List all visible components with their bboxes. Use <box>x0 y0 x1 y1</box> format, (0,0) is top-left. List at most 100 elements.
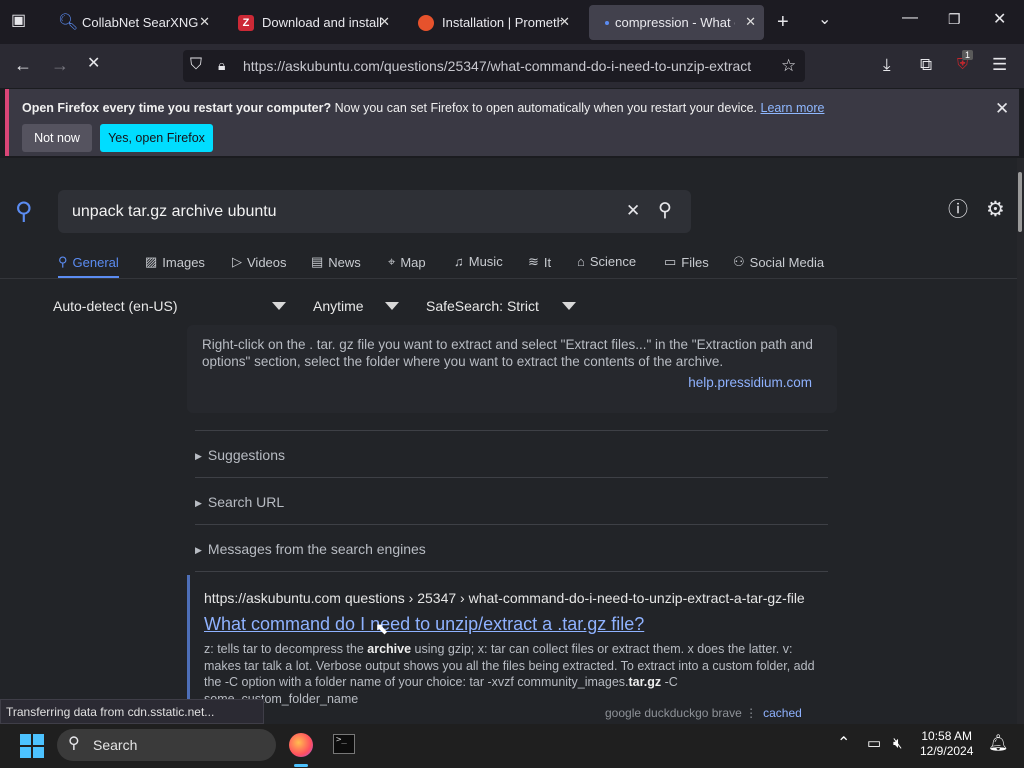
stop-loading-icon[interactable]: ✕ <box>87 56 100 72</box>
answer-box: Right-click on the . tar. gz file you wa… <box>187 325 837 413</box>
scrollbar-thumb[interactable] <box>1018 172 1022 232</box>
music-note-icon: ♫ <box>454 254 464 269</box>
network-icon[interactable]: ▭ <box>867 736 881 751</box>
searxng-logo-icon[interactable]: ⚲ <box>15 200 33 224</box>
chevron-down-icon[interactable] <box>562 302 576 310</box>
chevron-up-icon[interactable]: ⌃ <box>837 736 850 752</box>
play-icon: ▷ <box>232 254 242 269</box>
language-select[interactable]: Auto-detect (en-US) <box>53 298 178 314</box>
tab-searxng[interactable]: 🔍︎ CollabNet SearXNG ✕ <box>48 5 218 40</box>
search-icon[interactable]: ⚲ <box>658 201 672 220</box>
notification-message: Open Firefox every time you restart your… <box>22 101 824 115</box>
tab-askubuntu[interactable]: compression - What cc ✕ <box>589 5 764 40</box>
bookmark-star-icon[interactable]: ☆ <box>781 57 796 74</box>
menu-icon[interactable]: ☰ <box>992 56 1007 73</box>
tab-zotero[interactable]: Z Download and install Z ✕ <box>228 5 398 40</box>
lock-icon[interactable]: 🔒︎ <box>218 58 225 72</box>
category-music[interactable]: ♫ Music <box>454 254 503 269</box>
close-tab-icon[interactable]: ✕ <box>745 14 756 30</box>
result-title-link[interactable]: What command do I need to unzip/extract … <box>204 614 644 635</box>
notification-text: Now you can set Firefox to open automati… <box>331 101 761 115</box>
new-tab-icon[interactable]: + <box>777 12 789 32</box>
cached-link[interactable]: cached <box>763 706 802 720</box>
category-social-media[interactable]: ⚇ Social Media <box>733 254 824 270</box>
category-label: Social Media <box>749 254 825 270</box>
open-firefox-button[interactable]: Yes, open Firefox <box>100 124 213 152</box>
system-clock[interactable]: 10:58 AM 12/9/2024 <box>920 729 973 759</box>
chevron-down-icon[interactable] <box>272 302 286 310</box>
category-label: It <box>543 254 552 270</box>
chevron-down-icon[interactable] <box>385 302 399 310</box>
navigation-toolbar: ← → ✕ ⛉ 🔒︎ https://askubuntu.com/questio… <box>0 44 1024 88</box>
mouse-cursor-icon: ⬉ <box>375 621 389 638</box>
close-tab-icon[interactable]: ✕ <box>199 14 210 30</box>
searxng-favicon: 🔍︎ <box>58 13 79 31</box>
category-files[interactable]: ▭ Files <box>664 254 709 270</box>
zotero-favicon: Z <box>238 14 254 31</box>
not-now-button[interactable]: Not now <box>22 124 92 152</box>
settings-gear-icon[interactable]: ⚙ <box>986 199 1005 220</box>
category-images[interactable]: ▨ Images <box>145 254 205 270</box>
search-input[interactable]: unpack tar.gz archive ubuntu <box>72 203 277 221</box>
status-bar: Transferring data from cdn.sstatic.net..… <box>0 699 264 724</box>
url-text[interactable]: https://askubuntu.com/questions/25347/wh… <box>243 58 768 74</box>
search-box[interactable]: unpack tar.gz archive ubuntu ✕ ⚲ <box>58 190 691 233</box>
clear-search-icon[interactable]: ✕ <box>626 202 640 219</box>
tab-title: CollabNet SearXNG <box>82 15 199 30</box>
volume-muted-icon[interactable]: 🔇︎ <box>893 736 902 751</box>
result-url[interactable]: https://askubuntu.com questions › 25347 … <box>204 590 805 606</box>
search-url-toggle[interactable]: ▶ Search URL <box>195 494 284 510</box>
downloads-icon[interactable]: ⤓ <box>883 56 891 73</box>
terminal-taskbar-icon[interactable]: >_ <box>333 734 355 754</box>
divider <box>195 571 828 572</box>
category-label: Science <box>589 254 637 269</box>
engine-messages-toggle[interactable]: ▶ Messages from the search engines <box>195 541 426 557</box>
back-icon[interactable]: ← <box>14 56 32 74</box>
answer-source-link[interactable]: help.pressidium.com <box>688 375 812 390</box>
notification-bell-icon[interactable]: 🔔︎ <box>988 736 1008 752</box>
extension-badge: 1 <box>962 50 974 60</box>
category-map[interactable]: ⌖ Map <box>388 254 426 270</box>
category-divider <box>0 278 1017 279</box>
windows-start-icon[interactable] <box>20 734 44 758</box>
prometheus-favicon <box>418 14 434 31</box>
start-tile <box>33 734 44 745</box>
category-science[interactable]: ⌂ Science <box>577 254 636 269</box>
taskbar-search-label: Search <box>93 737 138 753</box>
result-snippet: z: tells tar to decompress the archive u… <box>204 641 824 707</box>
tracking-protection-icon[interactable]: ⛉ <box>190 57 202 73</box>
time-range-select[interactable]: Anytime <box>313 298 364 314</box>
tab-title: Download and install Z <box>262 15 382 30</box>
close-tab-icon[interactable]: ✕ <box>379 14 390 30</box>
category-it[interactable]: ≋ It <box>528 254 551 270</box>
info-icon[interactable]: ⓘ <box>948 200 968 220</box>
firefox-taskbar-icon[interactable] <box>289 733 313 757</box>
restore-icon[interactable]: ❐ <box>948 12 961 26</box>
firefox-notification-bar: Open Firefox every time you restart your… <box>5 89 1019 156</box>
search-result: https://askubuntu.com questions › 25347 … <box>187 575 837 724</box>
extensions-icon[interactable]: ⧉ <box>920 56 932 73</box>
close-window-icon[interactable]: ✕ <box>993 12 1006 28</box>
category-general[interactable]: ⚲ General <box>58 254 119 278</box>
safesearch-select[interactable]: SafeSearch: Strict <box>426 298 539 314</box>
category-videos[interactable]: ▷ Videos <box>232 254 287 270</box>
tab-prometheus[interactable]: Installation | Promethe ✕ <box>408 5 578 40</box>
minimize-icon[interactable]: — <box>902 10 918 26</box>
file-stack-icon: ▭ <box>664 254 677 269</box>
learn-more-link[interactable]: Learn more <box>761 101 825 115</box>
scrollbar[interactable] <box>1017 158 1024 724</box>
close-notification-icon[interactable]: ✕ <box>995 100 1009 117</box>
taskbar-search[interactable]: ⚲ Search <box>57 729 276 761</box>
loading-dot-icon <box>605 20 609 25</box>
suggestions-toggle[interactable]: ▶ Suggestions <box>195 447 285 463</box>
tab-overview-icon[interactable]: ▣ <box>11 13 26 29</box>
list-tabs-icon[interactable]: ⌄ <box>818 12 831 28</box>
url-bar[interactable]: ⛉ 🔒︎ https://askubuntu.com/questions/253… <box>183 50 805 82</box>
tab-title: compression - What cc <box>615 15 735 30</box>
tab-bar: ▣ 🔍︎ CollabNet SearXNG ✕ Z Download and … <box>0 0 1024 44</box>
category-news[interactable]: ▤ News <box>311 254 361 270</box>
close-tab-icon[interactable]: ✕ <box>559 14 570 30</box>
start-tile <box>20 747 31 758</box>
forward-icon[interactable]: → <box>51 56 69 74</box>
section-label: Search URL <box>207 494 285 510</box>
